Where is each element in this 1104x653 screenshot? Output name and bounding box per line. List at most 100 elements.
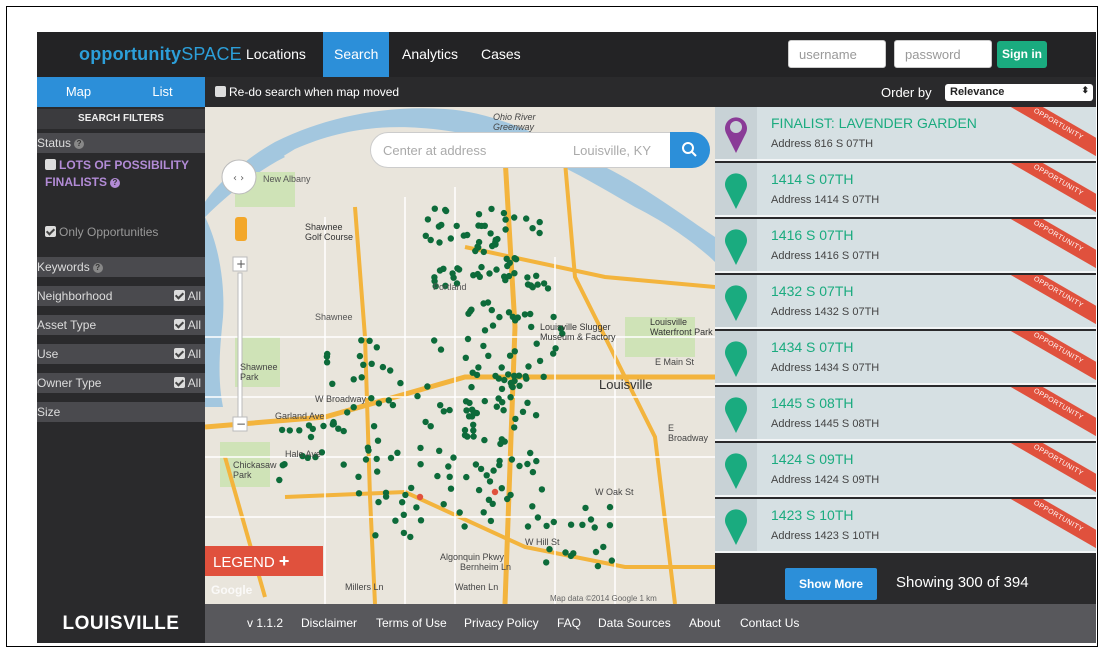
parcel-marker[interactable] [492, 241, 499, 248]
parcel-marker[interactable] [498, 385, 506, 393]
parcel-marker[interactable] [296, 427, 303, 434]
parcel-marker[interactable] [434, 472, 441, 480]
louisville-logo[interactable]: LOUISVILLE [37, 604, 205, 643]
parcel-marker[interactable] [486, 270, 493, 277]
parcel-marker[interactable] [485, 496, 493, 503]
parcel-marker[interactable] [529, 284, 536, 291]
parcel-marker[interactable] [508, 456, 516, 463]
result-item[interactable]: 1423 S 10TH Address 1423 S 10TH OPPORTUNIT… [715, 499, 1096, 553]
parcel-marker[interactable] [487, 230, 494, 237]
parcel-marker[interactable] [511, 255, 518, 262]
filter-all-toggle[interactable]: All [173, 286, 201, 306]
parcel-marker[interactable] [529, 503, 536, 510]
help-icon[interactable]: ? [74, 139, 85, 149]
parcel-marker[interactable] [477, 465, 485, 473]
filter-all-toggle[interactable]: All [173, 344, 201, 364]
parcel-marker[interactable] [511, 214, 518, 221]
parcel-marker[interactable] [506, 259, 513, 266]
parcel-marker[interactable] [488, 205, 495, 213]
parcel-marker[interactable] [370, 423, 378, 430]
parcel-marker[interactable] [422, 418, 429, 426]
parcel-marker[interactable] [506, 352, 514, 359]
parcel-marker[interactable] [362, 456, 370, 463]
parcel-marker[interactable] [456, 509, 463, 516]
parcel-marker[interactable] [550, 313, 557, 321]
result-title[interactable]: 1445 S 08TH [771, 395, 854, 411]
parcel-marker[interactable] [358, 337, 365, 344]
parcel-marker[interactable] [402, 491, 409, 499]
size-filter[interactable]: Size [37, 402, 205, 422]
parcel-marker[interactable] [485, 352, 492, 359]
parcel-marker[interactable] [379, 363, 387, 371]
result-item[interactable]: 1445 S 08TH Address 1445 S 08TH OPPORTUNIT… [715, 387, 1096, 441]
keywords-filter[interactable]: Keywords? [37, 257, 205, 277]
footer-link-faq[interactable]: FAQ [557, 616, 581, 630]
parcel-marker[interactable] [373, 455, 380, 463]
checked-checkbox-icon[interactable] [45, 226, 56, 237]
parcel-marker[interactable] [279, 462, 286, 469]
parcel-marker[interactable] [519, 408, 527, 415]
parcel-marker[interactable] [449, 270, 456, 277]
result-title[interactable]: 1434 S 07TH [771, 339, 854, 355]
parcel-marker[interactable] [488, 306, 495, 314]
parcel-marker[interactable] [320, 422, 327, 430]
parcel-marker[interactable] [387, 367, 394, 374]
nav-cases[interactable]: Cases [470, 32, 532, 77]
parcel-marker[interactable] [392, 517, 399, 524]
address-search-input[interactable]: Center at address [383, 143, 486, 158]
parcel-marker[interactable] [512, 415, 519, 423]
password-input[interactable]: password [894, 40, 992, 68]
parcel-marker[interactable] [511, 348, 518, 355]
parcel-marker[interactable] [350, 404, 357, 411]
neighborhood-filter[interactable]: Neighborhood All [37, 286, 205, 306]
parcel-marker[interactable] [533, 272, 540, 279]
parcel-marker[interactable] [375, 498, 382, 506]
parcel-marker[interactable] [540, 373, 547, 380]
parcel-marker[interactable] [496, 313, 503, 321]
parcel-marker[interactable] [447, 485, 455, 492]
parcel-marker[interactable] [424, 383, 431, 390]
nav-analytics[interactable]: Analytics [391, 32, 469, 77]
parcel-marker[interactable] [550, 350, 557, 357]
parcel-marker[interactable] [431, 205, 438, 212]
parcel-marker[interactable] [375, 400, 383, 407]
parcel-marker[interactable] [483, 472, 490, 479]
parcel-marker[interactable] [463, 407, 470, 414]
parcel-marker[interactable] [497, 440, 504, 448]
parcel-marker[interactable] [329, 380, 336, 387]
parcel-marker[interactable] [464, 335, 472, 343]
order-by-select[interactable]: Relevance ⬍ [945, 84, 1093, 101]
parcel-marker[interactable] [374, 437, 382, 444]
parcel-marker[interactable] [502, 226, 509, 233]
parcel-marker[interactable] [373, 344, 380, 351]
parcel-marker[interactable] [529, 468, 537, 476]
parcel-marker[interactable] [366, 337, 373, 344]
parcel-marker[interactable] [534, 514, 542, 521]
finalist-marker[interactable] [491, 488, 499, 496]
nav-search[interactable]: Search [323, 32, 390, 77]
parcel-marker[interactable] [462, 354, 469, 361]
parcel-marker[interactable] [394, 449, 401, 456]
parcel-marker[interactable] [523, 215, 530, 222]
tab-list[interactable]: List [120, 77, 205, 107]
parcel-marker[interactable] [606, 522, 614, 529]
parcel-marker[interactable] [447, 235, 454, 242]
parcel-marker[interactable] [400, 511, 407, 518]
parcel-marker[interactable] [417, 461, 424, 468]
parcel-marker[interactable] [387, 454, 395, 462]
status-option-finalists[interactable]: LOTS OF POSSIBILITY FINALISTS? [45, 157, 195, 191]
parcel-marker[interactable] [445, 463, 452, 470]
parcel-marker[interactable] [400, 529, 408, 537]
parcel-marker[interactable] [464, 433, 471, 440]
parcel-marker[interactable] [582, 504, 589, 512]
result-item[interactable]: 1424 S 09TH Address 1424 S 09TH OPPORTUNIT… [715, 443, 1096, 497]
parcel-marker[interactable] [340, 461, 347, 468]
finalist-marker[interactable] [416, 493, 424, 501]
parcel-marker[interactable] [528, 323, 535, 331]
parcel-marker[interactable] [536, 218, 543, 226]
parcel-marker[interactable] [550, 518, 557, 526]
parcel-marker[interactable] [397, 379, 404, 387]
parcel-marker[interactable] [489, 322, 497, 329]
map-panel[interactable]: ‹ › + − Re-do search when map moved Cent… [205, 77, 715, 604]
parcel-marker[interactable] [454, 265, 461, 272]
